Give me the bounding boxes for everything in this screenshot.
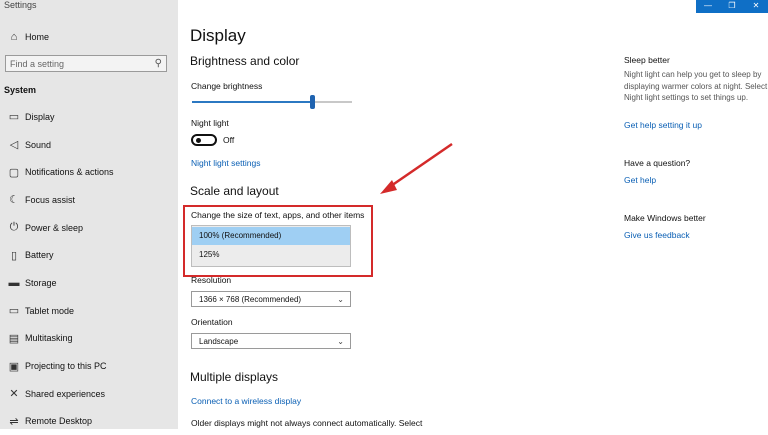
battery-icon: ▯ — [10, 249, 18, 262]
sidebar-item-label: Battery — [25, 250, 54, 261]
multitask-icon: ▤ — [8, 332, 20, 345]
question-heading: Have a question? — [624, 158, 691, 168]
power-icon: ⏻ — [9, 221, 19, 234]
sidebar-item-label: Sound — [25, 139, 52, 150]
feedback-link[interactable]: Give us feedback — [624, 230, 690, 240]
scale-heading: Scale and layout — [190, 184, 279, 198]
tablet-icon: ▭ — [8, 305, 20, 318]
brightness-heading: Brightness and color — [190, 54, 300, 68]
sidebar-item-label: Power & sleep — [25, 222, 84, 233]
home-icon: ⌂ — [10, 31, 18, 43]
sidebar-item-battery[interactable]: ▯ Battery — [0, 241, 178, 269]
sidebar-item-label: Multitasking — [25, 333, 73, 344]
search-placeholder: Find a setting — [10, 58, 65, 69]
window-title: Settings — [4, 0, 37, 10]
resolution-value: 1366 × 768 (Recommended) — [199, 294, 302, 304]
project-icon: ▣ — [8, 360, 20, 373]
sidebar-item-focus-assist[interactable]: ☾ Focus assist — [0, 186, 178, 214]
highlight-annotation — [183, 205, 373, 277]
sidebar-item-remote-desktop[interactable]: ⇌ Remote Desktop — [0, 408, 178, 435]
sidebar-home-label: Home — [25, 32, 50, 42]
brightness-slider[interactable] — [192, 95, 352, 109]
resolution-select[interactable]: 1366 × 768 (Recommended) ⌄ — [191, 291, 351, 307]
night-light-toggle[interactable] — [191, 134, 217, 146]
storage-icon: ▬ — [8, 276, 20, 289]
night-light-state: Off — [223, 135, 235, 145]
brightness-slider-fill — [192, 101, 312, 103]
orientation-value: Landscape — [199, 336, 239, 346]
sleep-better-heading: Sleep better — [624, 55, 670, 65]
get-help-setting-link[interactable]: Get help setting it up — [624, 120, 702, 130]
sidebar-item-projecting[interactable]: ▣ Projecting to this PC — [0, 352, 178, 380]
sidebar-item-multitasking[interactable]: ▤ Multitasking — [0, 325, 178, 353]
sidebar-item-tablet-mode[interactable]: ▭ Tablet mode — [0, 297, 178, 325]
brightness-label: Change brightness — [191, 81, 263, 91]
sidebar-item-power[interactable]: ⏻ Power & sleep — [0, 214, 178, 242]
sidebar-item-label: Notifications & actions — [25, 167, 114, 178]
notification-icon: ▢ — [8, 166, 20, 179]
sidebar-item-storage[interactable]: ▬ Storage — [0, 269, 178, 297]
sidebar-home[interactable]: ⌂ Home — [0, 27, 178, 47]
sidebar-item-label: Display — [25, 111, 55, 122]
older-displays-text: Older displays might not always connect … — [191, 418, 423, 428]
sidebar-item-notifications[interactable]: ▢ Notifications & actions — [0, 158, 178, 186]
search-icon: ⚲ — [154, 58, 162, 69]
sidebar-item-shared-experiences[interactable]: ✕ Shared experiences — [0, 380, 178, 408]
sidebar-item-label: Shared experiences — [25, 388, 106, 399]
moon-icon: ☾ — [9, 194, 19, 207]
orientation-select[interactable]: Landscape ⌄ — [191, 333, 351, 349]
remote-icon: ⇌ — [9, 415, 19, 428]
multiple-displays-heading: Multiple displays — [190, 370, 279, 384]
orientation-label: Orientation — [191, 317, 233, 327]
search-input[interactable]: Find a setting ⚲ — [5, 55, 167, 72]
make-windows-better-heading: Make Windows better — [624, 213, 706, 223]
annotation-arrow — [380, 142, 453, 194]
night-light-label: Night light — [191, 118, 229, 128]
sidebar-item-label: Remote Desktop — [25, 416, 93, 427]
sidebar-item-label: Focus assist — [25, 194, 76, 205]
chevron-down-icon: ⌄ — [337, 294, 344, 304]
page-title: Display — [190, 26, 246, 45]
get-help-link[interactable]: Get help — [624, 175, 656, 185]
sidebar-list: ▭ Display ◁ Sound ▢ Notifications & acti… — [0, 103, 178, 435]
toggle-knob — [196, 138, 201, 143]
sidebar-item-display[interactable]: ▭ Display — [0, 103, 178, 131]
shared-icon: ✕ — [9, 388, 19, 401]
wireless-display-link[interactable]: Connect to a wireless display — [191, 396, 301, 406]
sidebar-item-sound[interactable]: ◁ Sound — [0, 131, 178, 159]
speaker-icon: ◁ — [9, 139, 19, 152]
sidebar-item-label: Storage — [25, 277, 57, 288]
monitor-icon: ▭ — [8, 111, 20, 124]
night-light-settings-link[interactable]: Night light settings — [191, 158, 260, 168]
sidebar-item-label: Projecting to this PC — [25, 361, 107, 372]
sidebar-section-title: System — [4, 85, 37, 95]
main-content: Display Brightness and color Change brig… — [178, 0, 768, 429]
sleep-better-text: Night light can help you get to sleep by… — [624, 70, 768, 102]
sidebar-item-label: Tablet mode — [25, 305, 75, 316]
brightness-slider-thumb[interactable] — [310, 95, 315, 109]
chevron-down-icon: ⌄ — [337, 336, 344, 346]
resolution-label: Resolution — [191, 275, 232, 285]
sidebar: Settings ⌂ Home Find a setting ⚲ System … — [0, 0, 178, 429]
